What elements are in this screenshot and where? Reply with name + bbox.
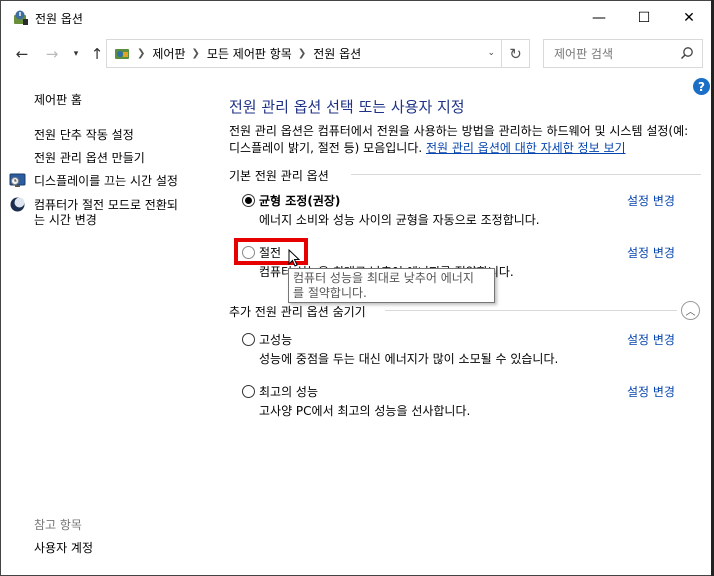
search-input[interactable]: 제어판 검색 [543, 39, 703, 68]
address-bar[interactable]: ❯ 제어판 ❯ 모든 제어판 항목 ❯ 전원 옵션 ⌄ [106, 39, 502, 68]
maximize-button[interactable]: ☐ [621, 1, 667, 35]
see-also-heading: 참고 항목 [34, 518, 82, 532]
change-settings-ultimate-performance-link[interactable]: 설정 변경 [627, 383, 675, 400]
minimize-button[interactable]: — [576, 1, 622, 35]
plan-name-high-performance[interactable]: 고성능 [259, 331, 292, 348]
search-icon [680, 47, 693, 60]
search-placeholder: 제어판 검색 [554, 47, 614, 61]
more-info-link[interactable]: 전원 관리 옵션에 대한 자세한 정보 보기 [426, 141, 626, 155]
breadcrumb-all-items[interactable]: 모든 제어판 항목 [207, 45, 292, 62]
help-icon[interactable]: ? [693, 78, 710, 95]
divider [385, 310, 677, 311]
forward-button[interactable]: → [41, 43, 63, 65]
breadcrumb-separator-icon: ❯ [297, 48, 307, 59]
plan-desc-high-performance: 성능에 중점을 두는 대신 에너지가 많이 소모될 수 있습니다. [259, 352, 559, 366]
breadcrumb-separator-icon: ❯ [191, 48, 200, 59]
plan-name-ultimate-performance[interactable]: 최고의 성능 [259, 383, 318, 400]
power-options-app-icon [14, 10, 28, 25]
address-dropdown-icon[interactable]: ⌄ [487, 48, 495, 58]
tooltip-line2: 를 절약합니다. [293, 286, 367, 300]
sidebar-item-control-panel-home[interactable]: 제어판 홈 [34, 91, 82, 108]
sidebar-item-sleep-line2[interactable]: 는 시간 변경 [34, 211, 97, 228]
navigation-bar: ← → ▾ ↑ ❯ 제어판 ❯ 모든 제어판 항목 ❯ 전원 옵션 ⌄ ↻ 제어… [1, 35, 713, 73]
control-panel-icon [115, 48, 129, 59]
sidebar-item-create-plan[interactable]: 전원 관리 옵션 만들기 [34, 149, 145, 166]
page-description: 전원 관리 옵션은 컴퓨터에서 전원을 사용하는 방법을 관리하는 하드웨어 및… [229, 123, 694, 157]
mouse-cursor-icon [288, 249, 300, 267]
breadcrumb-separator-icon: ❯ [137, 48, 146, 59]
tooltip: 컴퓨터 성능을 최대로 낮추어 에너지 를 절약합니다. [288, 268, 495, 303]
window-title: 전원 옵션 [35, 12, 83, 26]
ultimate-performance-radio[interactable] [242, 385, 255, 398]
change-settings-balanced-link[interactable]: 설정 변경 [627, 192, 675, 209]
refresh-button[interactable]: ↻ [502, 39, 530, 68]
change-settings-power-saver-link[interactable]: 설정 변경 [627, 244, 675, 261]
sidebar-item-power-button[interactable]: 전원 단추 작동 설정 [34, 126, 134, 143]
breadcrumb-power-options[interactable]: 전원 옵션 [313, 45, 361, 62]
collapse-chevron-up-icon[interactable]: ︿ [681, 301, 700, 320]
basic-plans-heading: 기본 전원 관리 옵션 [229, 169, 329, 183]
page-title: 전원 관리 옵션 선택 또는 사용자 지정 [229, 98, 465, 116]
up-button[interactable]: ↑ [86, 43, 108, 65]
recent-locations-dropdown[interactable]: ▾ [65, 43, 87, 65]
breadcrumb-control-panel[interactable]: 제어판 [152, 45, 185, 62]
balanced-radio[interactable] [242, 194, 255, 207]
hide-additional-plans-heading[interactable]: 추가 전원 관리 옵션 숨기기 [229, 303, 366, 320]
divider [351, 174, 701, 175]
power-options-window: 전원 옵션 — ☐ ✕ ← → ▾ ↑ ❯ 제어판 ❯ 모든 제어판 항목 ❯ … [0, 0, 714, 576]
back-button[interactable]: ← [11, 43, 33, 65]
change-settings-high-performance-link[interactable]: 설정 변경 [627, 331, 675, 348]
sidebar-item-display-off[interactable]: 디스플레이를 끄는 시간 설정 [34, 172, 178, 189]
monitor-icon [9, 173, 26, 187]
plan-desc-ultimate-performance: 고사양 PC에서 최고의 성능을 선사합니다. [259, 404, 471, 418]
title-bar: 전원 옵션 — ☐ ✕ [1, 1, 713, 35]
high-performance-radio[interactable] [242, 333, 255, 346]
sidebar-item-user-accounts[interactable]: 사용자 계정 [34, 539, 93, 556]
close-button[interactable]: ✕ [666, 1, 712, 35]
tooltip-line1: 컴퓨터 성능을 최대로 낮추어 에너지 [293, 271, 474, 285]
plan-name-balanced[interactable]: 균형 조정(권장) [259, 192, 340, 209]
plan-desc-balanced: 에너지 소비와 성능 사이의 균형을 자동으로 조정합니다. [259, 213, 540, 227]
moon-icon [10, 197, 25, 212]
